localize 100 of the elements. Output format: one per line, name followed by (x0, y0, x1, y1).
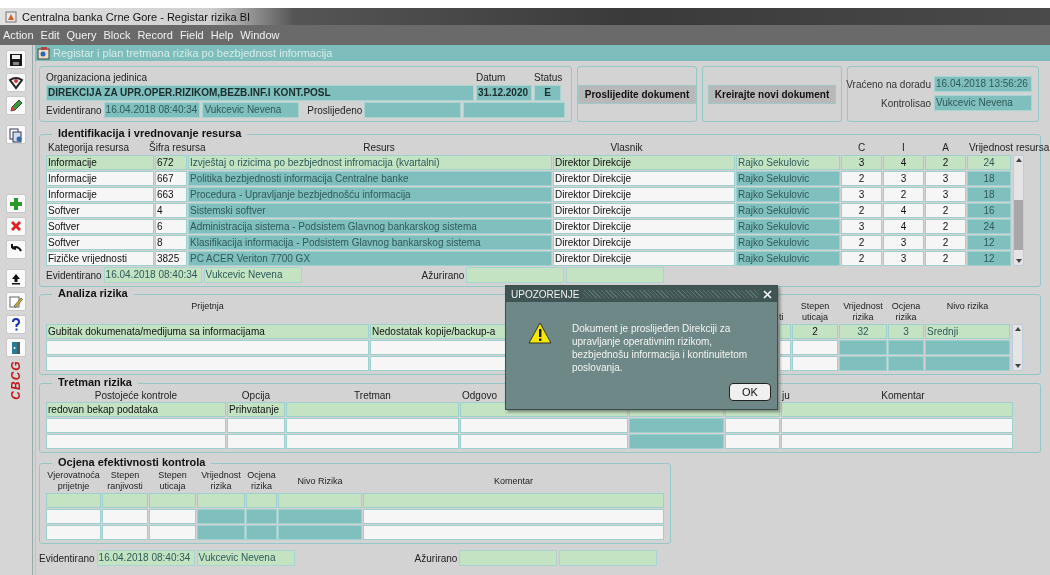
input-field[interactable]: 2 (841, 235, 882, 250)
input-field[interactable] (363, 525, 664, 540)
input-field[interactable]: 4 (155, 203, 187, 218)
save-button[interactable] (6, 50, 26, 69)
input-field[interactable] (781, 434, 1013, 449)
menu-item[interactable]: Field (179, 29, 204, 41)
input-field[interactable] (102, 509, 148, 524)
input-field[interactable]: Softver (46, 235, 154, 250)
input-field[interactable] (286, 402, 459, 417)
action-button[interactable]: Kreirajte novi dokument (707, 84, 837, 104)
scrollbar[interactable] (1012, 324, 1023, 371)
input-field[interactable] (46, 340, 369, 355)
add-button[interactable] (6, 194, 26, 213)
menu-item[interactable]: Edit (40, 29, 60, 41)
input-field[interactable] (46, 434, 226, 449)
input-field[interactable]: Softver (46, 203, 154, 218)
edit-button[interactable] (6, 292, 26, 311)
input-field[interactable]: 672 (155, 155, 187, 170)
input-field[interactable] (779, 340, 791, 355)
menu-item[interactable]: Record (137, 29, 173, 41)
input-field[interactable]: Prihvatanje (227, 402, 285, 417)
action-button[interactable]: Proslijedite dokument (577, 84, 697, 104)
input-field[interactable]: Informacije (46, 171, 154, 186)
input-field[interactable]: Direktor Direkcije (553, 155, 735, 170)
input-field[interactable]: 2 (841, 203, 882, 218)
ok-button[interactable]: OK (729, 383, 771, 401)
menu-item[interactable]: Block (103, 29, 131, 41)
input-field[interactable]: Fizičke vrijednosti (46, 251, 154, 266)
input-field[interactable] (460, 418, 628, 433)
input-field[interactable]: 3 (841, 187, 882, 202)
input-field[interactable] (227, 434, 285, 449)
pencil-button[interactable] (6, 96, 26, 115)
input-field[interactable]: Softver (46, 219, 154, 234)
menu-item[interactable]: Action (3, 29, 34, 41)
input-field[interactable]: 2 (792, 324, 838, 339)
input-field[interactable]: 2 (925, 235, 966, 250)
help-button[interactable] (6, 315, 26, 334)
input-field[interactable]: redovan bekap podataka (46, 402, 226, 417)
input-field[interactable] (781, 402, 1013, 417)
input-field[interactable] (149, 525, 196, 540)
input-field[interactable] (102, 493, 148, 508)
input-field[interactable] (460, 434, 628, 449)
input-field[interactable]: 6 (155, 219, 187, 234)
input-field[interactable]: 3825 (155, 251, 187, 266)
input-field[interactable]: Gubitak dokumenata/medijuma sa informacijama (46, 324, 369, 339)
input-field[interactable]: 663 (155, 187, 187, 202)
input-field[interactable] (363, 509, 664, 524)
input-field[interactable]: 2 (841, 171, 882, 186)
input-field[interactable]: 2 (883, 187, 924, 202)
menu-item[interactable]: Help (210, 29, 234, 41)
input-field[interactable]: 3 (883, 251, 924, 266)
delete-button[interactable] (6, 217, 26, 236)
status-field[interactable]: E (534, 85, 561, 101)
scrollbar[interactable] (1013, 155, 1024, 266)
input-field[interactable] (286, 434, 459, 449)
input-field[interactable] (779, 324, 791, 339)
input-field[interactable]: 667 (155, 171, 187, 186)
input-field[interactable]: 8 (155, 235, 187, 250)
input-field[interactable]: Direktor Direkcije (553, 171, 735, 186)
input-field[interactable]: Direktor Direkcije (553, 187, 735, 202)
input-field[interactable] (779, 356, 791, 371)
input-field[interactable]: 2 (925, 219, 966, 234)
input-field[interactable]: 3 (841, 155, 882, 170)
input-field[interactable] (363, 493, 664, 508)
input-field[interactable] (725, 434, 780, 449)
input-field[interactable]: Informacije (46, 155, 154, 170)
input-field[interactable] (286, 418, 459, 433)
menu-item[interactable]: Window (240, 29, 280, 41)
input-field[interactable] (725, 418, 780, 433)
input-field[interactable]: Direktor Direkcije (553, 203, 735, 218)
input-field[interactable] (149, 493, 196, 508)
menu-item[interactable]: Query (66, 29, 97, 41)
input-field[interactable] (46, 493, 101, 508)
input-field[interactable]: 2 (925, 251, 966, 266)
input-field[interactable] (46, 418, 226, 433)
input-field[interactable]: 2 (841, 251, 882, 266)
date-field[interactable]: 31.12.2020 (476, 85, 532, 101)
org-unit-field[interactable]: DIREKCIJA ZA UPR.OPER.RIZIKOM,BEZB.INF.I KONT.POSL (46, 85, 474, 101)
input-field[interactable]: 2 (925, 155, 966, 170)
exit-door-button[interactable] (6, 338, 26, 357)
input-field[interactable]: 3 (925, 171, 966, 186)
input-field[interactable] (102, 525, 148, 540)
undo-button[interactable] (6, 240, 26, 259)
input-field[interactable] (149, 509, 196, 524)
input-field[interactable]: 4 (883, 203, 924, 218)
input-field[interactable] (227, 418, 285, 433)
input-field[interactable] (781, 418, 1013, 433)
up-arrow-button[interactable] (6, 269, 26, 288)
input-field[interactable]: 3 (883, 235, 924, 250)
input-field[interactable]: Direktor Direkcije (553, 219, 735, 234)
input-field[interactable]: Direktor Direkcije (553, 251, 735, 266)
input-field[interactable]: 3 (925, 187, 966, 202)
input-field[interactable] (792, 340, 838, 355)
input-field[interactable] (46, 525, 101, 540)
input-field[interactable]: 3 (883, 171, 924, 186)
input-field[interactable]: 4 (883, 155, 924, 170)
input-field[interactable] (46, 509, 101, 524)
input-field[interactable] (46, 356, 369, 371)
input-field[interactable]: 2 (925, 203, 966, 218)
input-field[interactable]: Informacije (46, 187, 154, 202)
